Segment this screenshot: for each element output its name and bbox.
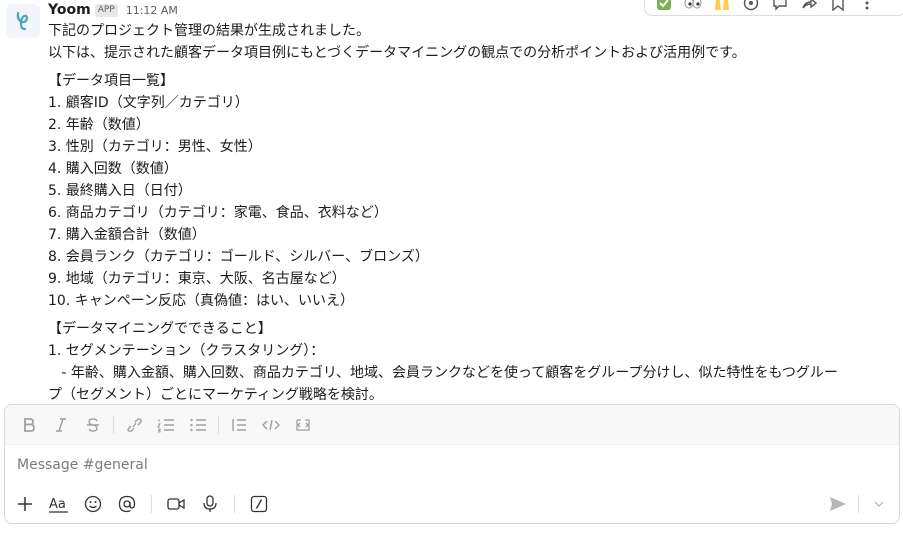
message-line: 1. セグメンテーション（クラスタリング）： xyxy=(48,343,325,359)
message-line: 2. 年齢（数値） xyxy=(48,117,150,133)
blockquote-icon[interactable] xyxy=(225,411,253,439)
chat-message: Yoom APP 11:12 AM 下記のプロジェクト管理の結果が生成されました… xyxy=(0,0,903,400)
send-icon[interactable] xyxy=(824,490,852,518)
mention-icon[interactable] xyxy=(113,490,141,518)
message-line: 8. 会員ランク（カテゴリ：ゴールド、シルバー、ブロンズ） xyxy=(48,249,429,265)
link-icon[interactable] xyxy=(120,411,148,439)
message-line: 6. 商品カテゴリ（カテゴリ：家電、食品、衣料など） xyxy=(48,205,388,221)
app-badge: APP xyxy=(94,3,118,17)
strikethrough-icon[interactable] xyxy=(79,411,107,439)
text-format-icon[interactable]: Aa xyxy=(45,490,73,518)
italic-icon[interactable] xyxy=(47,411,75,439)
more-icon[interactable] xyxy=(858,0,876,12)
composer-actions-bar: Aa xyxy=(11,489,893,519)
message-line: 【データ項目一覧】 xyxy=(48,73,174,89)
yoom-logo-icon xyxy=(16,11,29,31)
message-composer: Message #general Aa xyxy=(4,404,900,524)
message-line: プ（セグメント）ごとにマーケティング戦略を検討。 xyxy=(48,387,383,400)
add-reaction-icon[interactable] xyxy=(742,0,760,12)
white-check-mark-icon[interactable] xyxy=(655,0,673,12)
slash-command-icon[interactable] xyxy=(245,490,273,518)
message-line: 7. 購入金額合計（数値） xyxy=(48,227,206,243)
send-controls xyxy=(824,490,893,518)
message-line: 9. 地域（カテゴリ：東京、大阪、名古屋など） xyxy=(48,271,346,287)
video-clip-icon[interactable] xyxy=(162,490,190,518)
raised-hands-icon[interactable] xyxy=(713,0,731,12)
eyes-icon[interactable] xyxy=(684,0,702,12)
microphone-icon[interactable] xyxy=(196,490,224,518)
message-line: 10. キャンペーン反応（真偽値：はい、いいえ） xyxy=(48,293,355,309)
plus-icon[interactable] xyxy=(11,490,39,518)
emoji-icon[interactable] xyxy=(79,490,107,518)
message-line: 【データマイニングでできること】 xyxy=(48,321,272,337)
message-line: 以下は、提示された顧客データ項目例にもとづくデータマイニングの観点での分析ポイン… xyxy=(48,45,746,61)
message-line: 1. 顧客ID（文字列／カテゴリ） xyxy=(48,95,249,111)
code-block-icon[interactable] xyxy=(289,411,317,439)
message-line: 5. 最終購入日（日付） xyxy=(48,183,192,199)
yoom-avatar[interactable] xyxy=(6,4,40,38)
bulleted-list-icon[interactable] xyxy=(184,411,212,439)
share-icon[interactable] xyxy=(800,0,818,12)
message-timestamp[interactable]: 11:12 AM xyxy=(126,4,178,17)
format-label: Aa xyxy=(49,497,66,512)
message-line: - 年齢、購入金額、購入回数、商品カテゴリ、地域、会員ランクなどを使って顧客をグ… xyxy=(48,365,838,381)
formatting-toolbar xyxy=(5,405,899,445)
reply-thread-icon[interactable] xyxy=(771,0,789,12)
chevron-down-icon[interactable] xyxy=(865,490,893,518)
message-line: 3. 性別（カテゴリ：男性、女性） xyxy=(48,139,262,155)
bold-icon[interactable] xyxy=(15,411,43,439)
sender-name[interactable]: Yoom xyxy=(48,2,91,18)
ordered-list-icon[interactable] xyxy=(152,411,180,439)
code-icon[interactable] xyxy=(257,411,285,439)
bookmark-icon[interactable] xyxy=(829,0,847,12)
message-actions-toolbar xyxy=(644,0,903,16)
message-line: 4. 購入回数（数値） xyxy=(48,161,178,177)
message-input[interactable]: Message #general xyxy=(17,457,148,473)
message-line: 下記のプロジェクト管理の結果が生成されました。 xyxy=(48,23,370,39)
